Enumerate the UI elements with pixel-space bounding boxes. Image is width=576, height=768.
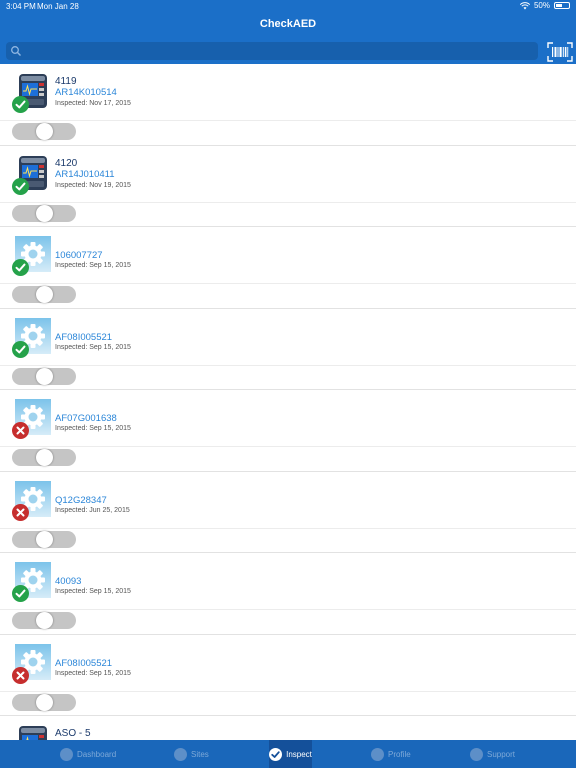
list-item-info[interactable]: 106007727 Inspected: Sep 15, 2015: [0, 227, 576, 284]
battery-fill: [556, 4, 562, 7]
list-item[interactable]: 40093 Inspected: Sep 15, 2015: [0, 553, 576, 635]
tab-bar: Dashboard Sites Inspect Profile Support: [0, 740, 576, 768]
list-item[interactable]: 106007727 Inspected: Sep 15, 2015: [0, 227, 576, 309]
device-serial: AR14K010514: [55, 87, 117, 98]
x-icon: [12, 422, 29, 439]
person-icon: [371, 747, 384, 761]
toggle-knob: [36, 530, 53, 548]
battery-icon: [554, 2, 570, 9]
tab-label: Inspect: [286, 749, 312, 759]
device-name: ASO - 5: [55, 728, 91, 739]
device-serial: 106007727: [55, 250, 103, 261]
wifi-icon: [519, 1, 530, 9]
device-name: 4120: [55, 157, 78, 169]
device-serial: AF08I005521: [55, 331, 113, 343]
x-icon: [12, 666, 29, 684]
inspect-toggle[interactable]: [12, 123, 76, 140]
device-serial: 40093: [55, 576, 82, 587]
inspected-date: Inspected: Sep 15, 2015: [55, 262, 131, 269]
tab-label: Profile: [388, 749, 411, 759]
list-item-info[interactable]: 4119 AR14K010514 Inspected: Nov 17, 2015: [0, 64, 576, 121]
check-icon: [12, 96, 29, 113]
search-input[interactable]: [24, 43, 534, 59]
toggle-knob: [36, 449, 53, 466]
tab-label: Support: [487, 749, 516, 759]
list-item[interactable]: 4119 AR14K010514 Inspected: Nov 17, 2015: [0, 64, 576, 146]
toggle-knob: [36, 693, 53, 711]
device-list: 4119 AR14K010514 Inspected: Nov 17, 2015…: [0, 64, 576, 740]
search-bar[interactable]: [6, 42, 538, 60]
toggle-knob: [36, 612, 53, 629]
inspect-toggle[interactable]: [12, 204, 76, 222]
status-right: 50%: [519, 1, 570, 10]
toggle-knob: [36, 367, 53, 385]
battery-percent: 50%: [533, 1, 550, 10]
toggle-knob: [36, 286, 53, 303]
tab-label: Sites: [191, 749, 209, 759]
inspected-date: Inspected: Sep 15, 2015: [55, 588, 131, 595]
x-icon: [12, 503, 29, 521]
tab-profile[interactable]: Profile: [371, 740, 451, 768]
inspect-toggle[interactable]: [12, 286, 76, 303]
list-item-info[interactable]: 40093 Inspected: Sep 15, 2015: [0, 553, 576, 610]
inspected-date: Inspected: Sep 15, 2015: [55, 669, 131, 677]
list-item-info[interactable]: 4120 AR14J010411 Inspected: Nov 19, 2015: [0, 146, 576, 203]
inspect-toggle[interactable]: [12, 693, 76, 711]
inspect-toggle[interactable]: [12, 367, 76, 385]
check-icon: [12, 585, 29, 602]
check-icon: [12, 177, 29, 195]
tab-inspect[interactable]: Inspect: [269, 740, 312, 768]
device-serial: AF07G001638: [55, 413, 117, 424]
inspect-toggle[interactable]: [12, 530, 76, 548]
tab-dashboard[interactable]: Dashboard: [60, 740, 150, 768]
toggle-knob: [36, 123, 53, 140]
tab-label: Dashboard: [77, 749, 117, 759]
question-icon: [470, 747, 483, 761]
list-item[interactable]: AF08I005521 Inspected: Sep 15, 2015: [0, 635, 576, 716]
check-icon: [12, 340, 29, 358]
list-item[interactable]: Q12G28347 Inspected: Jun 25, 2015: [0, 472, 576, 553]
inspected-date: Inspected: Nov 19, 2015: [55, 181, 131, 189]
inspect-toggle[interactable]: [12, 449, 76, 466]
page-title: CheckAED: [259, 18, 317, 30]
device-serial: AR14J010411: [55, 168, 115, 180]
device-serial: AF08I005521: [55, 657, 113, 669]
tab-support[interactable]: Support: [470, 740, 550, 768]
barcode-scan-icon[interactable]: [547, 42, 573, 62]
search-icon: [11, 46, 21, 56]
dashboard-icon: [60, 747, 73, 761]
inspected-date: Inspected: Jun 25, 2015: [55, 506, 130, 514]
list-item-info[interactable]: Q12G28347 Inspected: Jun 25, 2015: [0, 472, 576, 529]
inspected-date: Inspected: Nov 17, 2015: [55, 100, 131, 107]
status-time: 3:04 PM: [6, 2, 36, 11]
app-header: 3:04 PM Mon Jan 28 50% CheckAED: [0, 0, 576, 64]
inspected-date: Inspected: Sep 15, 2015: [55, 425, 131, 432]
list-item-info[interactable]: AF08I005521 Inspected: Sep 15, 2015: [0, 309, 576, 366]
list-item[interactable]: ASO - 5: [0, 716, 576, 740]
toggle-knob: [36, 204, 53, 222]
tab-sites[interactable]: Sites: [174, 740, 254, 768]
inspected-date: Inspected: Sep 15, 2015: [55, 343, 131, 351]
status-date: Mon Jan 28: [37, 2, 79, 11]
location-pin-icon: [174, 747, 187, 761]
list-item[interactable]: 4120 AR14J010411 Inspected: Nov 19, 2015: [0, 146, 576, 227]
list-item-info[interactable]: AF08I005521 Inspected: Sep 15, 2015: [0, 635, 576, 692]
check-icon: [12, 259, 29, 276]
device-name: 4119: [55, 76, 77, 87]
device-serial: Q12G28347: [55, 494, 107, 506]
checkmark-circle-icon: [269, 747, 283, 761]
list-item-info[interactable]: AF07G001638 Inspected: Sep 15, 2015: [0, 390, 576, 447]
list-item-info[interactable]: ASO - 5: [0, 716, 576, 740]
inspect-toggle[interactable]: [12, 612, 76, 629]
list-item[interactable]: AF08I005521 Inspected: Sep 15, 2015: [0, 309, 576, 390]
status-bar: 3:04 PM Mon Jan 28 50%: [0, 0, 576, 12]
aed-device-icon: [15, 725, 51, 740]
list-item[interactable]: AF07G001638 Inspected: Sep 15, 2015: [0, 390, 576, 472]
